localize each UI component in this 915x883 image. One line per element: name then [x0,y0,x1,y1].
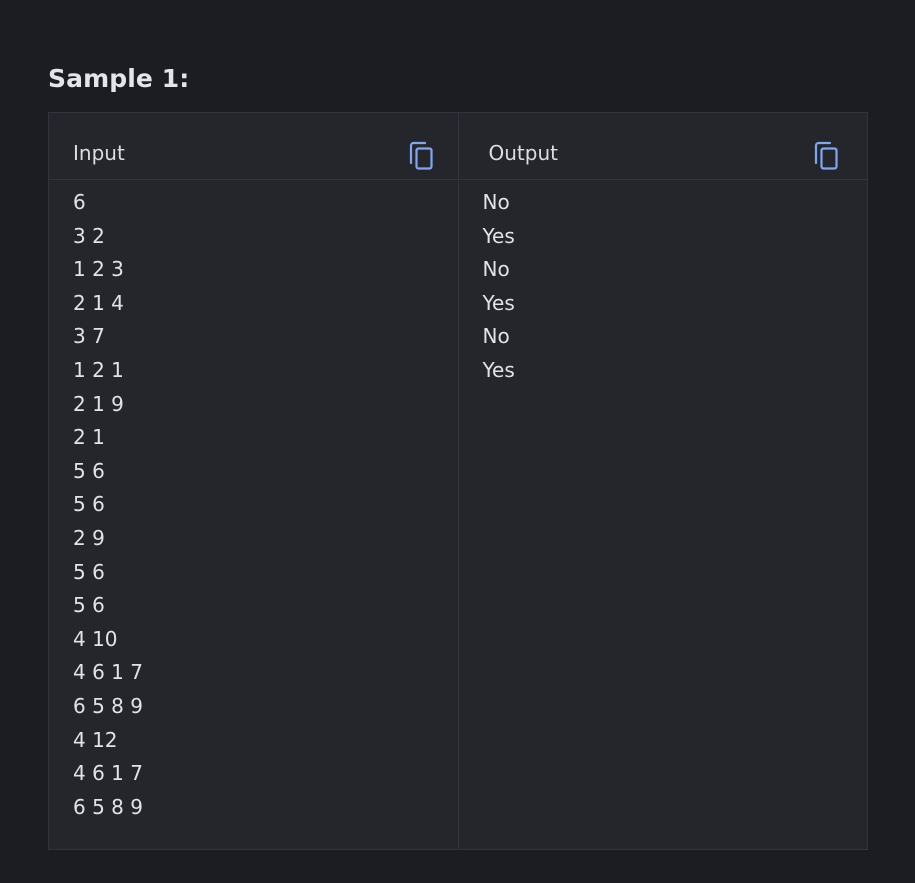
io-line: No [482,190,510,214]
io-line: 2 1 [73,425,105,450]
output-label: Output [488,141,558,165]
input-header: Input [49,113,458,180]
io-line: 3 7 [73,324,105,349]
io-line: 2 1 4 [73,290,124,315]
input-lines: 6 3 2 1 2 3 2 1 4 3 7 1 2 1 2 1 9 2 1 5 6 5 6 2 9 5… [73,186,143,824]
io-line: Yes [482,357,515,382]
io-line: 4 12 [73,727,118,752]
io-line: 5 6 [73,593,105,618]
io-line: No [482,257,510,282]
copy-input-button[interactable] [408,141,436,171]
io-line: 5 6 [73,458,105,483]
io-line: 1 2 1 [73,357,124,382]
io-line: 4 10 [73,626,118,651]
io-line: No [482,324,510,349]
io-line: 5 6 [73,559,105,584]
io-line: 4 6 1 7 [73,761,143,786]
copy-output-button[interactable] [813,141,841,171]
io-line: 4 6 1 7 [73,660,143,685]
output-header: Output [458,113,867,180]
copy-icon [814,141,838,170]
sample-title: Sample 1: [48,64,190,93]
io-line: 3 2 [73,223,105,248]
output-column: Output No Yes No Yes No Yes [457,113,867,849]
output-lines: No Yes No Yes No Yes [483,186,515,388]
io-line: Yes [482,290,515,315]
io-line: 6 5 8 9 [73,794,143,819]
io-line: 2 1 9 [73,391,124,416]
input-column: Input 6 3 2 1 2 3 2 1 4 3 7 1 2 1 2 1 9 2 1 5 6 5… [49,113,458,849]
io-line: Yes [482,223,515,248]
copy-icon [409,141,433,170]
io-line: 2 9 [73,525,105,550]
input-label: Input [73,141,125,165]
io-line: 5 6 [73,492,105,517]
io-line: 6 5 8 9 [73,693,143,718]
sample-io-panel: Input 6 3 2 1 2 3 2 1 4 3 7 1 2 1 2 1 9 2 1 5 6 5… [48,112,868,850]
io-line: 6 [73,190,86,214]
io-line: 1 2 3 [73,257,124,282]
